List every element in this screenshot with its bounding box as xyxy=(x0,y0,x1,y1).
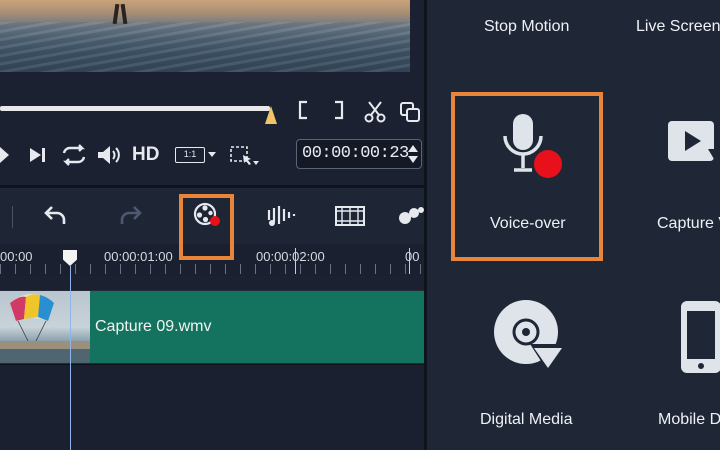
video-editor-window: HD 1:1 00:00:00:23 00:00 00:00:01:00 00:… xyxy=(0,0,720,450)
playhead-line xyxy=(70,266,71,450)
redo-icon[interactable] xyxy=(118,204,142,226)
storyboard-film-icon[interactable] xyxy=(335,204,365,228)
preview-surfer xyxy=(108,0,134,26)
capture-option-label[interactable]: Mobile D xyxy=(658,411,720,429)
undo-icon[interactable] xyxy=(44,204,68,226)
preview-water xyxy=(0,22,410,72)
motion-tracking-icon[interactable] xyxy=(398,205,424,227)
capture-option-label[interactable]: Digital Media xyxy=(480,411,572,429)
repeat-icon[interactable] xyxy=(60,144,88,166)
trim-marker-handle[interactable] xyxy=(265,106,277,124)
mark-in-icon[interactable] xyxy=(297,100,309,120)
clip-thumbnail xyxy=(0,291,90,363)
volume-icon[interactable] xyxy=(96,144,124,166)
ruler-label: 00:00 xyxy=(0,249,33,264)
copy-icon[interactable] xyxy=(399,101,421,123)
crop-select-icon[interactable] xyxy=(229,145,261,167)
audio-mixer-icon[interactable] xyxy=(266,204,296,228)
ruler-label: 00:00:01:00 xyxy=(104,249,173,264)
ruler-label: 00 xyxy=(405,249,420,264)
disc-import-icon[interactable] xyxy=(492,298,572,379)
capture-option-label[interactable]: Capture V xyxy=(657,215,720,233)
clip-name: Capture 09.wmv xyxy=(95,318,212,335)
ruler-ticks xyxy=(0,264,424,274)
ruler-label: 00:00:02:00 xyxy=(256,249,325,264)
chevron-down-icon[interactable] xyxy=(208,152,216,158)
capture-video-icon[interactable] xyxy=(668,121,720,170)
timecode-field[interactable]: 00:00:00:23 xyxy=(296,139,422,169)
ruler-major-tick xyxy=(409,248,410,274)
aspect-ratio-button[interactable]: 1:1 xyxy=(175,147,205,163)
mark-out-icon[interactable] xyxy=(333,100,345,120)
preview-scrub-bar[interactable] xyxy=(0,106,270,111)
overlay-track[interactable] xyxy=(0,364,424,450)
aspect-ratio-label: 1:1 xyxy=(175,147,205,163)
capture-option-label[interactable]: Stop Motion xyxy=(484,18,569,36)
video-preview[interactable] xyxy=(0,0,410,72)
scissors-icon[interactable] xyxy=(364,100,386,124)
timecode-value: 00:00:00:23 xyxy=(302,144,409,163)
record-capture-highlight xyxy=(179,194,234,260)
timecode-stepper-icon[interactable] xyxy=(407,143,419,165)
toolbar-separator xyxy=(12,206,13,228)
voice-over-highlight xyxy=(451,92,603,261)
next-frame-icon[interactable] xyxy=(28,146,48,164)
capture-option-label[interactable]: Live Screen xyxy=(636,18,720,36)
ruler-major-tick xyxy=(295,248,296,274)
mobile-device-icon[interactable] xyxy=(679,299,720,380)
play-icon[interactable] xyxy=(0,146,10,164)
hd-toggle[interactable]: HD xyxy=(132,145,159,164)
